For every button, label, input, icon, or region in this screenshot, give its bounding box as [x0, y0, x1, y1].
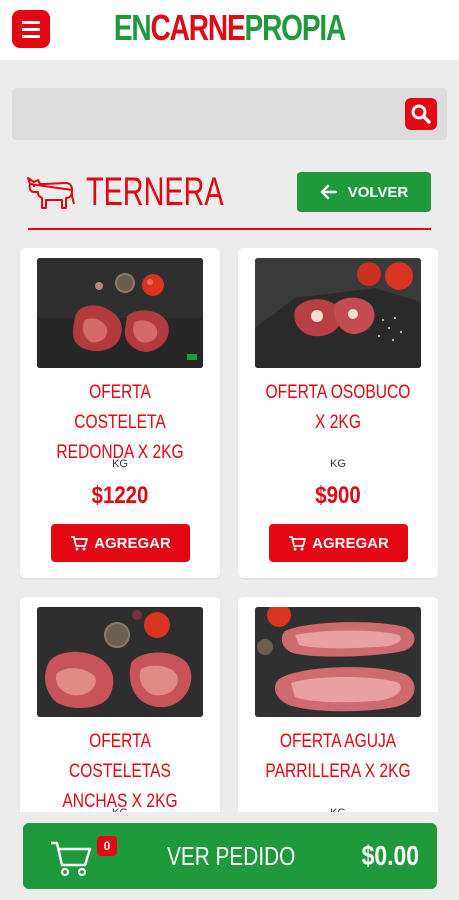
back-button[interactable]: VOLVER [297, 172, 431, 212]
cart-count-badge: 0 [97, 836, 117, 856]
search-button[interactable] [405, 98, 437, 130]
product-name: OFERTA OSOBUCO X 2KG [265, 382, 411, 433]
search-bar [12, 88, 447, 140]
category-title: TERNERA [86, 170, 224, 214]
view-order-label: VER PEDIDO [167, 841, 296, 871]
add-to-cart-button[interactable]: AGREGAR [51, 524, 190, 562]
product-card: OFERTA COSTELETA REDONDA X 2KG KG $1220 … [20, 248, 220, 578]
product-image[interactable] [255, 607, 421, 717]
add-to-cart-button[interactable]: AGREGAR [269, 524, 408, 562]
product-card: OFERTA OSOBUCO X 2KG KG $900 AGREGAR [238, 248, 438, 578]
search-icon [411, 104, 431, 124]
product-unit: KG [112, 458, 128, 470]
order-total: $0.00 [361, 840, 419, 871]
order-footer: 0 VER PEDIDO $0.00 [0, 812, 459, 900]
cart-icon [71, 536, 89, 551]
shopping-cart-icon [51, 841, 92, 877]
back-button-label: VOLVER [347, 183, 409, 201]
product-price: $1220 [91, 482, 149, 509]
menu-button[interactable] [12, 10, 50, 48]
product-price: $900 [315, 482, 361, 509]
arrow-left-icon [320, 184, 337, 200]
logo-part-en: EN [113, 7, 152, 48]
product-image[interactable] [37, 258, 203, 368]
menu-icon-bar [22, 20, 40, 24]
product-unit: KG [330, 458, 346, 470]
product-image[interactable] [255, 258, 421, 368]
add-to-cart-label: AGREGAR [312, 534, 389, 552]
product-name: OFERTA COSTELETAS ANCHAS X 2KG [62, 731, 178, 812]
product-name: OFERTA COSTELETA REDONDA X 2KG [56, 382, 184, 463]
category-divider [28, 228, 431, 230]
cow-icon [27, 177, 75, 209]
product-image[interactable] [37, 607, 203, 717]
app-header: ENCARNEPROPIA [0, 0, 459, 60]
cart-icon [289, 536, 307, 551]
search-input[interactable] [22, 98, 406, 132]
product-name: OFERTA AGUJA PARRILLERA X 2KG [265, 731, 411, 782]
add-to-cart-label: AGREGAR [94, 534, 171, 552]
brand-logo[interactable]: ENCARNEPROPIA [50, 8, 408, 48]
view-order-button[interactable]: 0 VER PEDIDO $0.00 [23, 823, 437, 889]
logo-part-propia: PROPIA [244, 7, 347, 48]
menu-icon-bar [22, 34, 40, 38]
logo-part-carne: CARNE [150, 7, 246, 48]
menu-icon-bar [22, 27, 40, 31]
